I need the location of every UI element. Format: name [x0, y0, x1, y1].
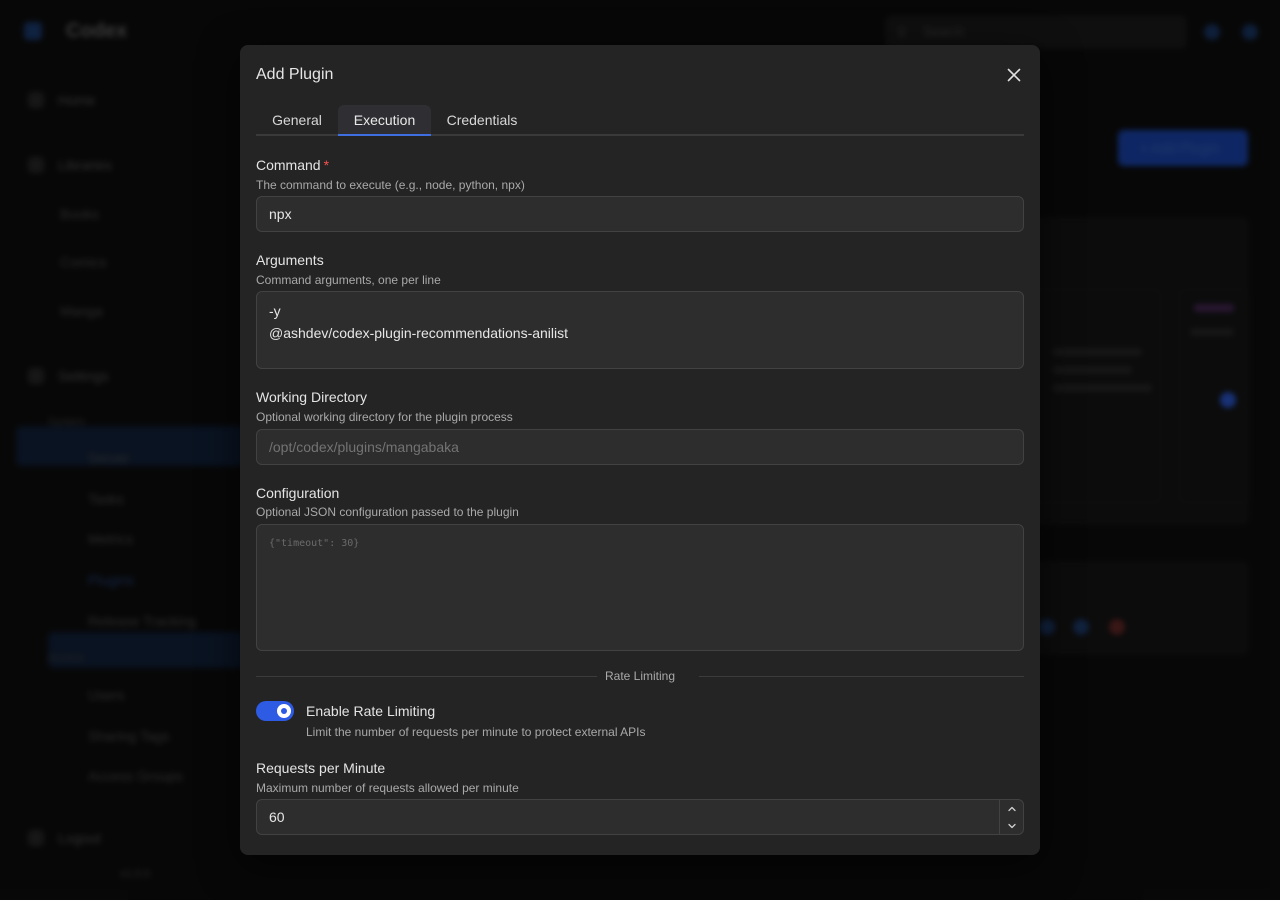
requests-per-minute-input[interactable]: 60: [256, 799, 1024, 835]
command-label-text: Command: [256, 157, 321, 173]
command-label: Command *: [256, 157, 329, 173]
rate-limiting-toggle-label[interactable]: Enable Rate Limiting: [306, 703, 435, 719]
chevron-up-icon: [1008, 806, 1016, 811]
arguments-label: Arguments: [256, 252, 324, 268]
modal-title: Add Plugin: [256, 66, 334, 83]
divider-label: Rate Limiting: [605, 669, 676, 683]
stepper-increment-button[interactable]: [1000, 800, 1024, 817]
chevron-down-icon: [1008, 823, 1016, 828]
working-directory-label: Working Directory: [256, 389, 367, 405]
arguments-description: Command arguments, one per line: [256, 273, 441, 287]
tab-general[interactable]: General: [256, 105, 338, 136]
configuration-description: Optional JSON configuration passed to th…: [256, 505, 519, 519]
quantity-stepper: [999, 800, 1023, 834]
configuration-placeholder: {"timeout": 30}: [269, 538, 360, 549]
rate-limiting-divider: Rate Limiting: [256, 669, 1024, 683]
command-value: npx: [269, 206, 292, 222]
requests-per-minute-description: Maximum number of requests allowed per m…: [256, 781, 519, 795]
required-mark: *: [323, 157, 330, 173]
command-input[interactable]: npx: [256, 196, 1024, 232]
tab-bar: General Execution Credentials: [256, 105, 1024, 136]
working-directory-description: Optional working directory for the plugi…: [256, 410, 513, 424]
arguments-line: @ashdev/codex-plugin-recommendations-ani…: [269, 325, 569, 341]
toggle-knob: [277, 704, 291, 718]
requests-per-minute-value: 60: [269, 809, 285, 825]
add-plugin-modal: Add Plugin General Execution Credentials…: [240, 45, 1040, 855]
command-description: The command to execute (e.g., node, pyth…: [256, 178, 525, 192]
close-button[interactable]: [1002, 63, 1026, 87]
requests-per-minute-label: Requests per Minute: [256, 760, 386, 776]
rate-limiting-toggle-description: Limit the number of requests per minute …: [306, 725, 646, 739]
arguments-line: -y: [269, 303, 281, 319]
working-directory-placeholder: /opt/codex/plugins/mangabaka: [269, 439, 459, 455]
rate-limiting-toggle[interactable]: [256, 701, 294, 721]
tab-execution[interactable]: Execution: [338, 105, 431, 136]
close-icon: [1007, 68, 1021, 82]
stepper-decrement-button[interactable]: [1000, 817, 1024, 834]
configuration-textarea[interactable]: {"timeout": 30}: [256, 524, 1024, 651]
divider-line: [699, 676, 1024, 677]
divider-line: [256, 676, 597, 677]
working-directory-input[interactable]: /opt/codex/plugins/mangabaka: [256, 429, 1024, 465]
tab-credentials[interactable]: Credentials: [431, 105, 533, 136]
configuration-label: Configuration: [256, 485, 340, 501]
arguments-textarea[interactable]: -y @ashdev/codex-plugin-recommendations-…: [256, 291, 1024, 369]
